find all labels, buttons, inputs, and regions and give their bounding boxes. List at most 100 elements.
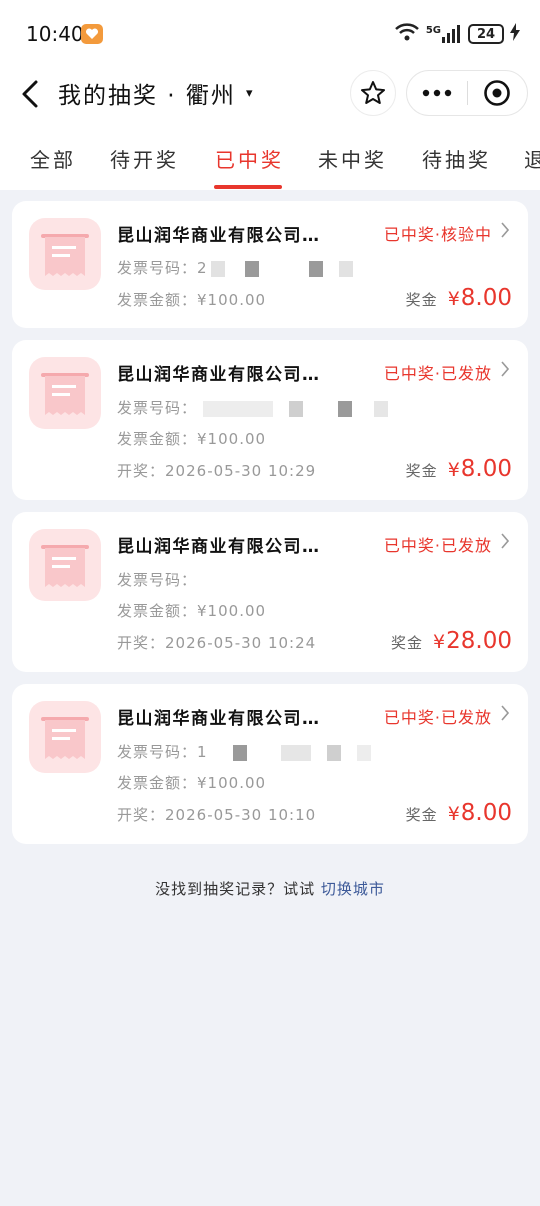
invoice-number-label: 发票号码： — [117, 399, 198, 417]
invoice-number-mask — [202, 400, 273, 417]
invoice-number-mask — [374, 400, 389, 417]
tab-refund[interactable]: 退 — [524, 144, 540, 173]
prize-value: 8.00 — [460, 456, 512, 482]
invoice-amount-row: 发票金额：¥100.00 — [117, 772, 266, 793]
invoice-number-row: 发票号码： — [117, 569, 197, 590]
receipt-icon — [29, 218, 101, 290]
record-card[interactable]: 昆山润华商业有限公司… 已中奖·核验中 发票号码：2 发票金额：¥100.00 … — [12, 201, 528, 328]
switch-city-link[interactable]: 切换城市 — [321, 880, 385, 898]
invoice-amount-label: 发票金额： — [117, 602, 198, 620]
invoice-number-mask — [338, 400, 353, 417]
record-card[interactable]: 昆山润华商业有限公司… 已中奖·已发放 发票号码： 发票金额：¥100.00 开… — [12, 512, 528, 672]
prize-row: 奖金 ¥28.00 — [391, 628, 512, 654]
status-time: 10:40 — [26, 22, 84, 46]
prize-label: 奖金 — [405, 291, 438, 309]
draw-time: 2026-05-30 10:24 — [165, 634, 317, 652]
prize-row: 奖金 ¥8.00 — [406, 285, 512, 311]
network-label: 5G — [425, 25, 441, 36]
footer-hint: 没找到抽奖记录？试试 切换城市 — [0, 878, 540, 899]
company-name: 昆山润华商业有限公司… — [117, 537, 321, 557]
star-icon — [361, 81, 385, 104]
tab-pending-draw[interactable]: 待开奖 — [110, 144, 179, 173]
draw-time: 2026-05-30 10:29 — [165, 462, 317, 480]
close-mini-program-button[interactable] — [467, 71, 527, 115]
invoice-number-row: 发票号码：2 — [117, 257, 353, 278]
mini-program-capsule — [406, 70, 528, 116]
invoice-number-row: 发票号码：1 — [117, 741, 371, 762]
prize-label: 奖金 — [405, 806, 438, 824]
invoice-number-mask — [245, 260, 260, 277]
footer-text: 没找到抽奖记录？试试 — [155, 880, 321, 898]
invoice-number-label: 发票号码： — [117, 571, 198, 589]
target-close-icon — [484, 80, 511, 106]
invoice-number-mask — [326, 744, 341, 761]
prize-currency: ¥ — [447, 803, 460, 825]
draw-time-label: 开奖： — [117, 462, 166, 480]
battery-icon: 24 — [468, 24, 504, 44]
back-button[interactable] — [16, 76, 44, 112]
caret-down-icon: ▾ — [245, 85, 255, 101]
status-label: 已中奖·已发放 — [383, 708, 492, 727]
prize-amount: ¥8.00 — [448, 800, 512, 826]
status-label: 已中奖·已发放 — [383, 364, 492, 383]
tab-to-draw[interactable]: 待抽奖 — [422, 144, 491, 173]
prize-currency: ¥ — [433, 631, 446, 653]
invoice-number-mask — [211, 260, 226, 277]
record-card[interactable]: 昆山润华商业有限公司… 已中奖·已发放 发票号码：1 发票金额：¥100.00 … — [12, 684, 528, 844]
heart-app-icon — [81, 24, 103, 44]
invoice-amount: ¥100.00 — [197, 430, 267, 448]
status-bar: 10:40 5G 24 — [0, 0, 540, 68]
favorite-button[interactable] — [350, 70, 396, 116]
company-name: 昆山润华商业有限公司… — [117, 226, 321, 246]
invoice-amount: ¥100.00 — [197, 774, 267, 792]
tab-bar: 全部 待开奖 已中奖 未中奖 待抽奖 退 — [0, 136, 540, 190]
prize-row: 奖金 ¥8.00 — [406, 456, 512, 482]
draw-time-label: 开奖： — [117, 634, 166, 652]
invoice-number-mask — [281, 744, 312, 761]
receipt-icon — [29, 701, 101, 773]
invoice-amount-row: 发票金额：¥100.00 — [117, 600, 266, 621]
charging-icon — [510, 23, 520, 45]
record-card[interactable]: 昆山润华商业有限公司… 已中奖·已发放 发票号码： 发票金额：¥100.00 开… — [12, 340, 528, 500]
invoice-number-mask — [356, 744, 371, 761]
chevron-right-icon — [500, 221, 510, 243]
page-title-text: 我的抽奖 · 衢州 — [58, 83, 236, 109]
status-label: 已中奖·已发放 — [383, 536, 492, 555]
status-icons: 5G 24 — [394, 22, 520, 46]
invoice-number-label: 发票号码： — [117, 259, 198, 277]
status-label: 已中奖·核验中 — [383, 225, 492, 244]
prize-label: 奖金 — [391, 634, 424, 652]
invoice-amount-label: 发票金额： — [117, 774, 198, 792]
invoice-number-row: 发票号码： — [117, 397, 389, 418]
tab-won[interactable]: 已中奖 — [215, 144, 284, 173]
invoice-number-mask — [233, 744, 248, 761]
draw-time-row: 开奖：2026-05-30 10:29 — [117, 460, 316, 481]
invoice-number-prefix: 2 — [197, 259, 208, 277]
prize-amount: ¥28.00 — [433, 628, 512, 654]
prize-row: 奖金 ¥8.00 — [406, 800, 512, 826]
active-tab-indicator — [214, 185, 282, 189]
header: 10:40 5G 24 我的抽奖 · 衢州 ▾ 全部 待开奖 已中奖 未中奖 待… — [0, 0, 540, 190]
draw-time: 2026-05-30 10:10 — [165, 806, 317, 824]
company-name: 昆山润华商业有限公司… — [117, 709, 321, 729]
prize-amount: ¥8.00 — [448, 456, 512, 482]
receipt-icon — [29, 357, 101, 429]
prize-value: 28.00 — [446, 628, 512, 654]
invoice-amount: ¥100.00 — [197, 291, 267, 309]
draw-time-label: 开奖： — [117, 806, 166, 824]
wifi-icon — [394, 22, 420, 46]
more-dots-icon — [422, 89, 451, 97]
tab-not-won[interactable]: 未中奖 — [318, 144, 387, 173]
prize-value: 8.00 — [460, 800, 512, 826]
chevron-right-icon — [500, 704, 510, 726]
invoice-amount-label: 发票金额： — [117, 430, 198, 448]
more-button[interactable] — [407, 71, 467, 115]
invoice-amount-row: 发票金额：¥100.00 — [117, 289, 266, 310]
tab-all[interactable]: 全部 — [30, 144, 76, 173]
prize-currency: ¥ — [447, 459, 460, 481]
invoice-amount-label: 发票金额： — [117, 291, 198, 309]
chevron-right-icon — [500, 360, 510, 382]
signal-icon: 5G — [426, 25, 462, 43]
draw-time-row: 开奖：2026-05-30 10:24 — [117, 632, 316, 653]
page-title[interactable]: 我的抽奖 · 衢州 ▾ — [58, 76, 254, 110]
